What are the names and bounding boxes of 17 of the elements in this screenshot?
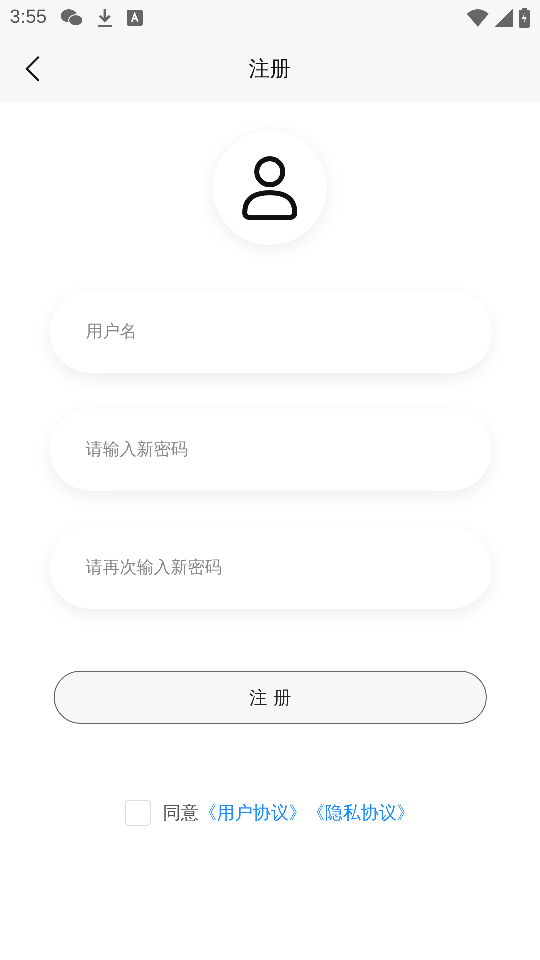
battery-icon <box>519 8 530 28</box>
input-field[interactable]: 用户名 <box>50 291 492 373</box>
input-field[interactable]: 请再次输入新密码 <box>50 527 492 609</box>
signal-icon <box>495 9 513 27</box>
input-field[interactable]: 请输入新密码 <box>50 409 492 491</box>
page-title: 注册 <box>249 56 291 83</box>
download-icon <box>96 8 113 28</box>
chat-icon <box>60 9 83 27</box>
register-button[interactable]: 注 册 <box>54 671 487 724</box>
agreement-link[interactable]: 《隐私协议》 <box>307 801 415 825</box>
user-icon <box>240 155 300 221</box>
keyboard-icon <box>126 10 143 26</box>
agree-text: 同意 <box>163 802 199 825</box>
wifi-icon <box>467 9 489 27</box>
agree-checkbox[interactable] <box>125 800 151 826</box>
status-time: 3:55 <box>10 7 47 29</box>
agreement-link[interactable]: 《用户协议》 <box>199 801 307 825</box>
